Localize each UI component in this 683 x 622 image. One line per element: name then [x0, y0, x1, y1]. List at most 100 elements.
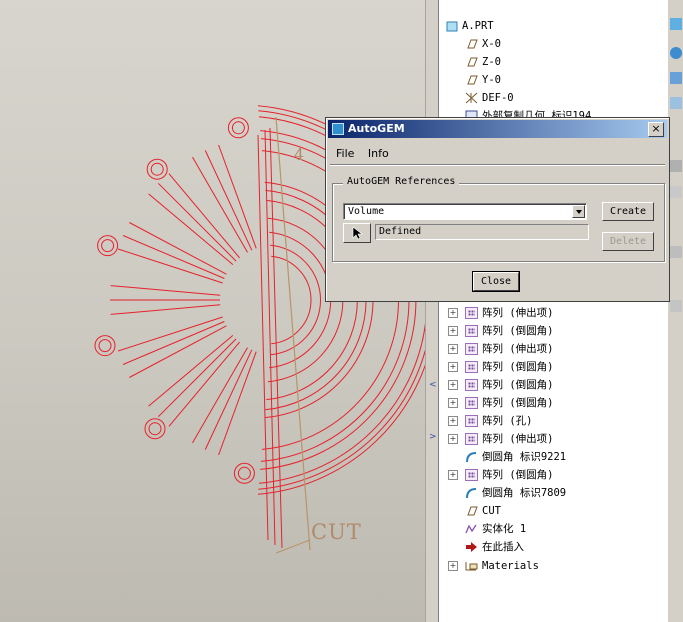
bolt-hole	[146, 158, 168, 180]
coordinate-system-icon	[465, 92, 478, 104]
reference-type-value: Volume	[348, 206, 385, 217]
pattern-icon	[465, 325, 478, 337]
bolt-hole	[237, 466, 251, 480]
model-arc	[270, 244, 321, 356]
collapse-left-icon[interactable]: <	[429, 380, 437, 390]
toolbar-button-2-icon[interactable]	[670, 47, 682, 59]
expand-icon[interactable]: +	[448, 344, 458, 354]
model-spoke	[117, 248, 223, 284]
tree-item-label: DEF-0	[482, 92, 514, 104]
tree-item-label: 阵列 (倒圆角)	[482, 397, 554, 409]
toolbar-button-3-icon[interactable]	[670, 72, 682, 84]
expand-icon[interactable]: +	[448, 308, 458, 318]
toolbar-button-4-icon[interactable]	[670, 97, 682, 109]
tree-item-label: A.PRT	[462, 20, 494, 32]
toolbar-button-7-icon[interactable]	[670, 246, 682, 258]
datum-plane-icon	[465, 56, 478, 68]
datum-plane-icon	[465, 74, 478, 86]
autogem-app-icon	[332, 123, 344, 135]
tree-item-label: 阵列 (倒圆角)	[482, 325, 554, 337]
menu-info[interactable]: Info	[368, 147, 389, 160]
close-window-button[interactable]: ×	[648, 122, 664, 137]
model-spoke	[157, 338, 237, 418]
solidify-icon	[465, 523, 478, 535]
model-spoke	[110, 304, 221, 315]
dialog-menubar: File Info	[336, 147, 399, 160]
bolt-hole	[144, 418, 166, 440]
menu-file[interactable]: File	[336, 147, 354, 160]
chevron-down-icon[interactable]	[572, 205, 585, 218]
cursor-arrow-icon	[352, 226, 363, 240]
tree-item-label: 阵列 (伸出项)	[482, 307, 554, 319]
expand-icon[interactable]: +	[448, 470, 458, 480]
graphics-viewport[interactable]: 4 CUT	[0, 0, 425, 622]
tree-item-label: Z-0	[482, 56, 501, 68]
dialog-titlebar[interactable]: AutoGEM ×	[328, 120, 667, 138]
pattern-icon	[465, 469, 478, 481]
tree-item-label: Y-0	[482, 74, 501, 86]
model-arc	[269, 231, 332, 369]
expand-icon[interactable]: +	[448, 380, 458, 390]
delete-button[interactable]: Delete	[602, 232, 654, 251]
toolbar-button-8-icon[interactable]	[670, 300, 682, 312]
autogem-dialog: AutoGEM × File Info AutoGEM References V…	[325, 117, 670, 302]
expand-icon[interactable]: +	[448, 326, 458, 336]
delete-button-label: Delete	[609, 236, 647, 247]
right-toolbar	[667, 0, 683, 622]
bolt-hole	[148, 422, 162, 436]
expand-right-icon[interactable]: >	[429, 432, 437, 442]
toolbar-button-5-icon[interactable]	[670, 160, 682, 172]
model-tree[interactable]: A.PRT X-0 Z-0 Y-0 DEF-0 外部复制几何 标识194 + 阵列 (伸出项)…	[438, 0, 667, 622]
create-button[interactable]: Create	[602, 202, 654, 221]
expand-icon[interactable]: +	[448, 398, 458, 408]
datum-plane-icon	[465, 38, 478, 50]
tree-item-label: 倒圆角 标识9221	[482, 451, 567, 463]
bolt-hole	[101, 239, 115, 253]
model-spoke	[218, 351, 257, 456]
pattern-icon	[465, 361, 478, 373]
tree-item-label: 阵列 (倒圆角)	[482, 361, 554, 373]
materials-icon	[465, 560, 478, 572]
bolt-hole	[150, 162, 164, 176]
toolbar-button-1-icon[interactable]	[670, 18, 682, 30]
tree-item-label: 阵列 (伸出项)	[482, 433, 554, 445]
reference-type-select[interactable]: Volume	[343, 203, 587, 220]
select-arrow-button[interactable]	[343, 223, 371, 243]
close-button[interactable]: Close	[472, 271, 520, 292]
model-spoke	[168, 173, 240, 259]
references-group-label: AutoGEM References	[343, 176, 460, 187]
bolt-hole	[98, 339, 112, 353]
tree-item-label: 阵列 (倒圆角)	[482, 469, 554, 481]
bolt-hole	[231, 121, 245, 135]
expand-icon[interactable]: +	[448, 561, 458, 571]
dialog-title: AutoGEM	[348, 122, 405, 135]
model-spoke	[110, 285, 221, 296]
tree-item-label: 在此插入	[482, 541, 524, 553]
model-spoke	[122, 321, 225, 365]
cut-plane-edge-bottom	[275, 539, 311, 554]
status-value: Defined	[379, 226, 422, 237]
model-spoke	[122, 235, 225, 279]
pattern-icon	[465, 307, 478, 319]
dimension-label: 4	[294, 145, 305, 164]
tree-item-label: 阵列 (孔)	[482, 415, 533, 427]
model-edge	[269, 127, 283, 549]
status-field: Defined	[375, 224, 589, 240]
model-spoke	[168, 341, 240, 427]
tree-item-label: 阵列 (伸出项)	[482, 343, 554, 355]
model-spoke	[129, 325, 227, 378]
tree-item-label: 倒圆角 标识7809	[482, 487, 567, 499]
expand-icon[interactable]: +	[448, 362, 458, 372]
model-spoke	[129, 222, 227, 275]
bolt-hole	[94, 335, 116, 357]
model-spoke	[157, 182, 237, 262]
toolbar-button-6-icon[interactable]	[670, 186, 682, 198]
expand-icon[interactable]: +	[448, 416, 458, 426]
expand-icon[interactable]: +	[448, 434, 458, 444]
model-spoke	[218, 144, 257, 249]
tree-item-label: Materials	[482, 560, 539, 572]
model-arc	[271, 255, 312, 345]
close-button-label: Close	[480, 276, 512, 287]
bolt-hole	[227, 117, 249, 139]
tree-item-label: CUT	[482, 505, 501, 517]
